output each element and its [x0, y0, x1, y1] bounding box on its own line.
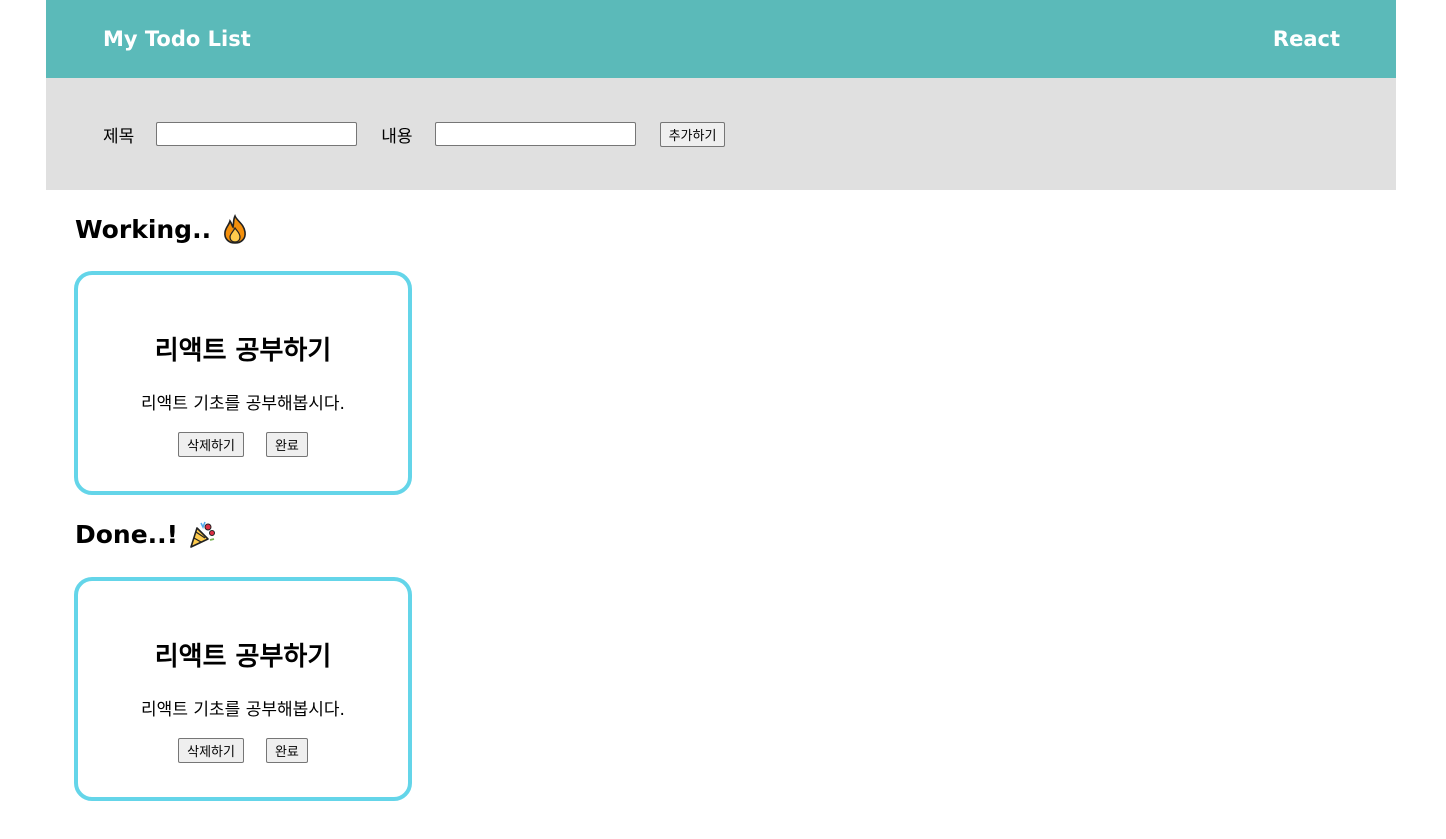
header-bar: My Todo List React [46, 0, 1396, 78]
fire-icon [224, 214, 246, 244]
working-heading: Working.. [75, 214, 249, 244]
complete-button[interactable]: 완료 [265, 432, 308, 457]
todo-body: 리액트 기초를 공부해봅시다. [141, 700, 345, 720]
todo-body: 리액트 기초를 공부해봅시다. [141, 394, 345, 414]
done-heading: Done..! [75, 519, 216, 549]
working-todo-card: 리액트 공부하기 리액트 기초를 공부해봅시다. 삭제하기 완료 [74, 271, 412, 495]
todo-title: 리액트 공부하기 [154, 642, 332, 672]
todo-actions: 삭제하기 완료 [78, 432, 408, 457]
content-input[interactable] [434, 122, 636, 146]
complete-button[interactable]: 완료 [265, 738, 308, 763]
party-popper-icon [190, 521, 216, 548]
delete-button[interactable]: 삭제하기 [178, 432, 244, 457]
todo-actions: 삭제하기 완료 [78, 738, 408, 763]
delete-button[interactable]: 삭제하기 [178, 738, 244, 763]
done-todo-card: 리액트 공부하기 리액트 기초를 공부해봅시다. 삭제하기 완료 [74, 577, 412, 801]
add-button[interactable]: 추가하기 [659, 121, 726, 147]
app-container: My Todo List React 제목 내용 추가하기 Working.. … [46, 0, 1396, 839]
done-heading-text: Done..! [75, 519, 179, 549]
content-label: 내용 [381, 126, 413, 147]
todo-title: 리액트 공부하기 [154, 336, 332, 366]
working-heading-text: Working.. [75, 214, 212, 244]
title-input[interactable] [156, 122, 358, 146]
app-title: My Todo List [103, 27, 251, 51]
header-right-label: React [1272, 27, 1340, 51]
title-label: 제목 [103, 126, 135, 147]
add-todo-form: 제목 내용 추가하기 [46, 78, 1396, 190]
